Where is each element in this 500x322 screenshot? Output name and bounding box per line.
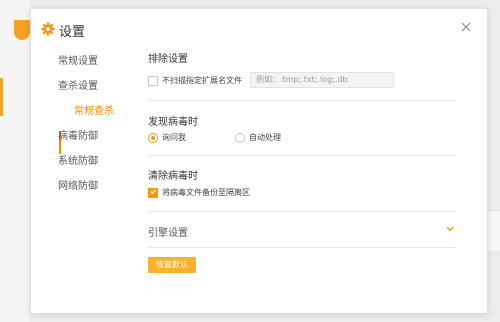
ask-me-label: 询问我 xyxy=(162,133,186,142)
background-accent-bar xyxy=(0,78,3,116)
ask-me-radio[interactable] xyxy=(148,133,158,143)
nav-item-scan-settings[interactable]: 查杀设置 xyxy=(58,77,98,92)
nav-item-network-defense[interactable]: 网络防御 xyxy=(58,177,98,192)
extensions-input[interactable]: 例如：.tmp;.txt;.log;.db xyxy=(250,72,394,88)
auto-handle-label: 自动处理 xyxy=(249,133,281,142)
gear-icon xyxy=(41,22,55,36)
chevron-down-icon[interactable] xyxy=(446,226,454,232)
engine-settings-label: 引擎设置 xyxy=(148,228,188,239)
backup-to-quarantine-checkbox[interactable] xyxy=(148,188,158,198)
nav-item-regular-scan[interactable]: 常规查杀 xyxy=(74,102,114,117)
exclude-section-title: 排除设置 xyxy=(148,54,188,65)
title-bar: 设置 xyxy=(31,9,487,43)
section-divider xyxy=(148,100,456,101)
nav-item-virus-defense[interactable]: 病毒防御 xyxy=(58,127,98,142)
background-window-edge xyxy=(0,0,30,322)
clean-virus-section-title: 清除病毒时 xyxy=(148,171,198,182)
section-divider xyxy=(148,211,456,212)
engine-settings-row[interactable]: 引擎设置 xyxy=(148,215,456,245)
close-icon[interactable] xyxy=(459,20,473,34)
background-shield-icon xyxy=(14,20,30,40)
skip-extensions-checkbox[interactable] xyxy=(148,76,158,86)
auto-handle-radio[interactable] xyxy=(235,133,245,143)
section-divider xyxy=(148,247,456,248)
nav-item-system-defense[interactable]: 系统防御 xyxy=(58,152,98,167)
virus-found-section-title: 发现病毒时 xyxy=(148,117,198,128)
section-divider xyxy=(148,155,456,156)
nav-item-general-settings[interactable]: 常规设置 xyxy=(58,52,98,67)
restore-defaults-button[interactable]: 恢复默认 xyxy=(148,257,196,273)
check-icon xyxy=(150,189,156,195)
settings-dialog: 设置 常规设置 查杀设置 常规查杀 病毒防御 系统防御 网络防御 排除设置 不扫… xyxy=(30,8,488,314)
skip-extensions-label: 不扫描指定扩展名文件 xyxy=(162,76,242,85)
dialog-title: 设置 xyxy=(59,25,86,40)
backup-to-quarantine-label: 将病毒文件备份至隔离区 xyxy=(162,188,250,197)
